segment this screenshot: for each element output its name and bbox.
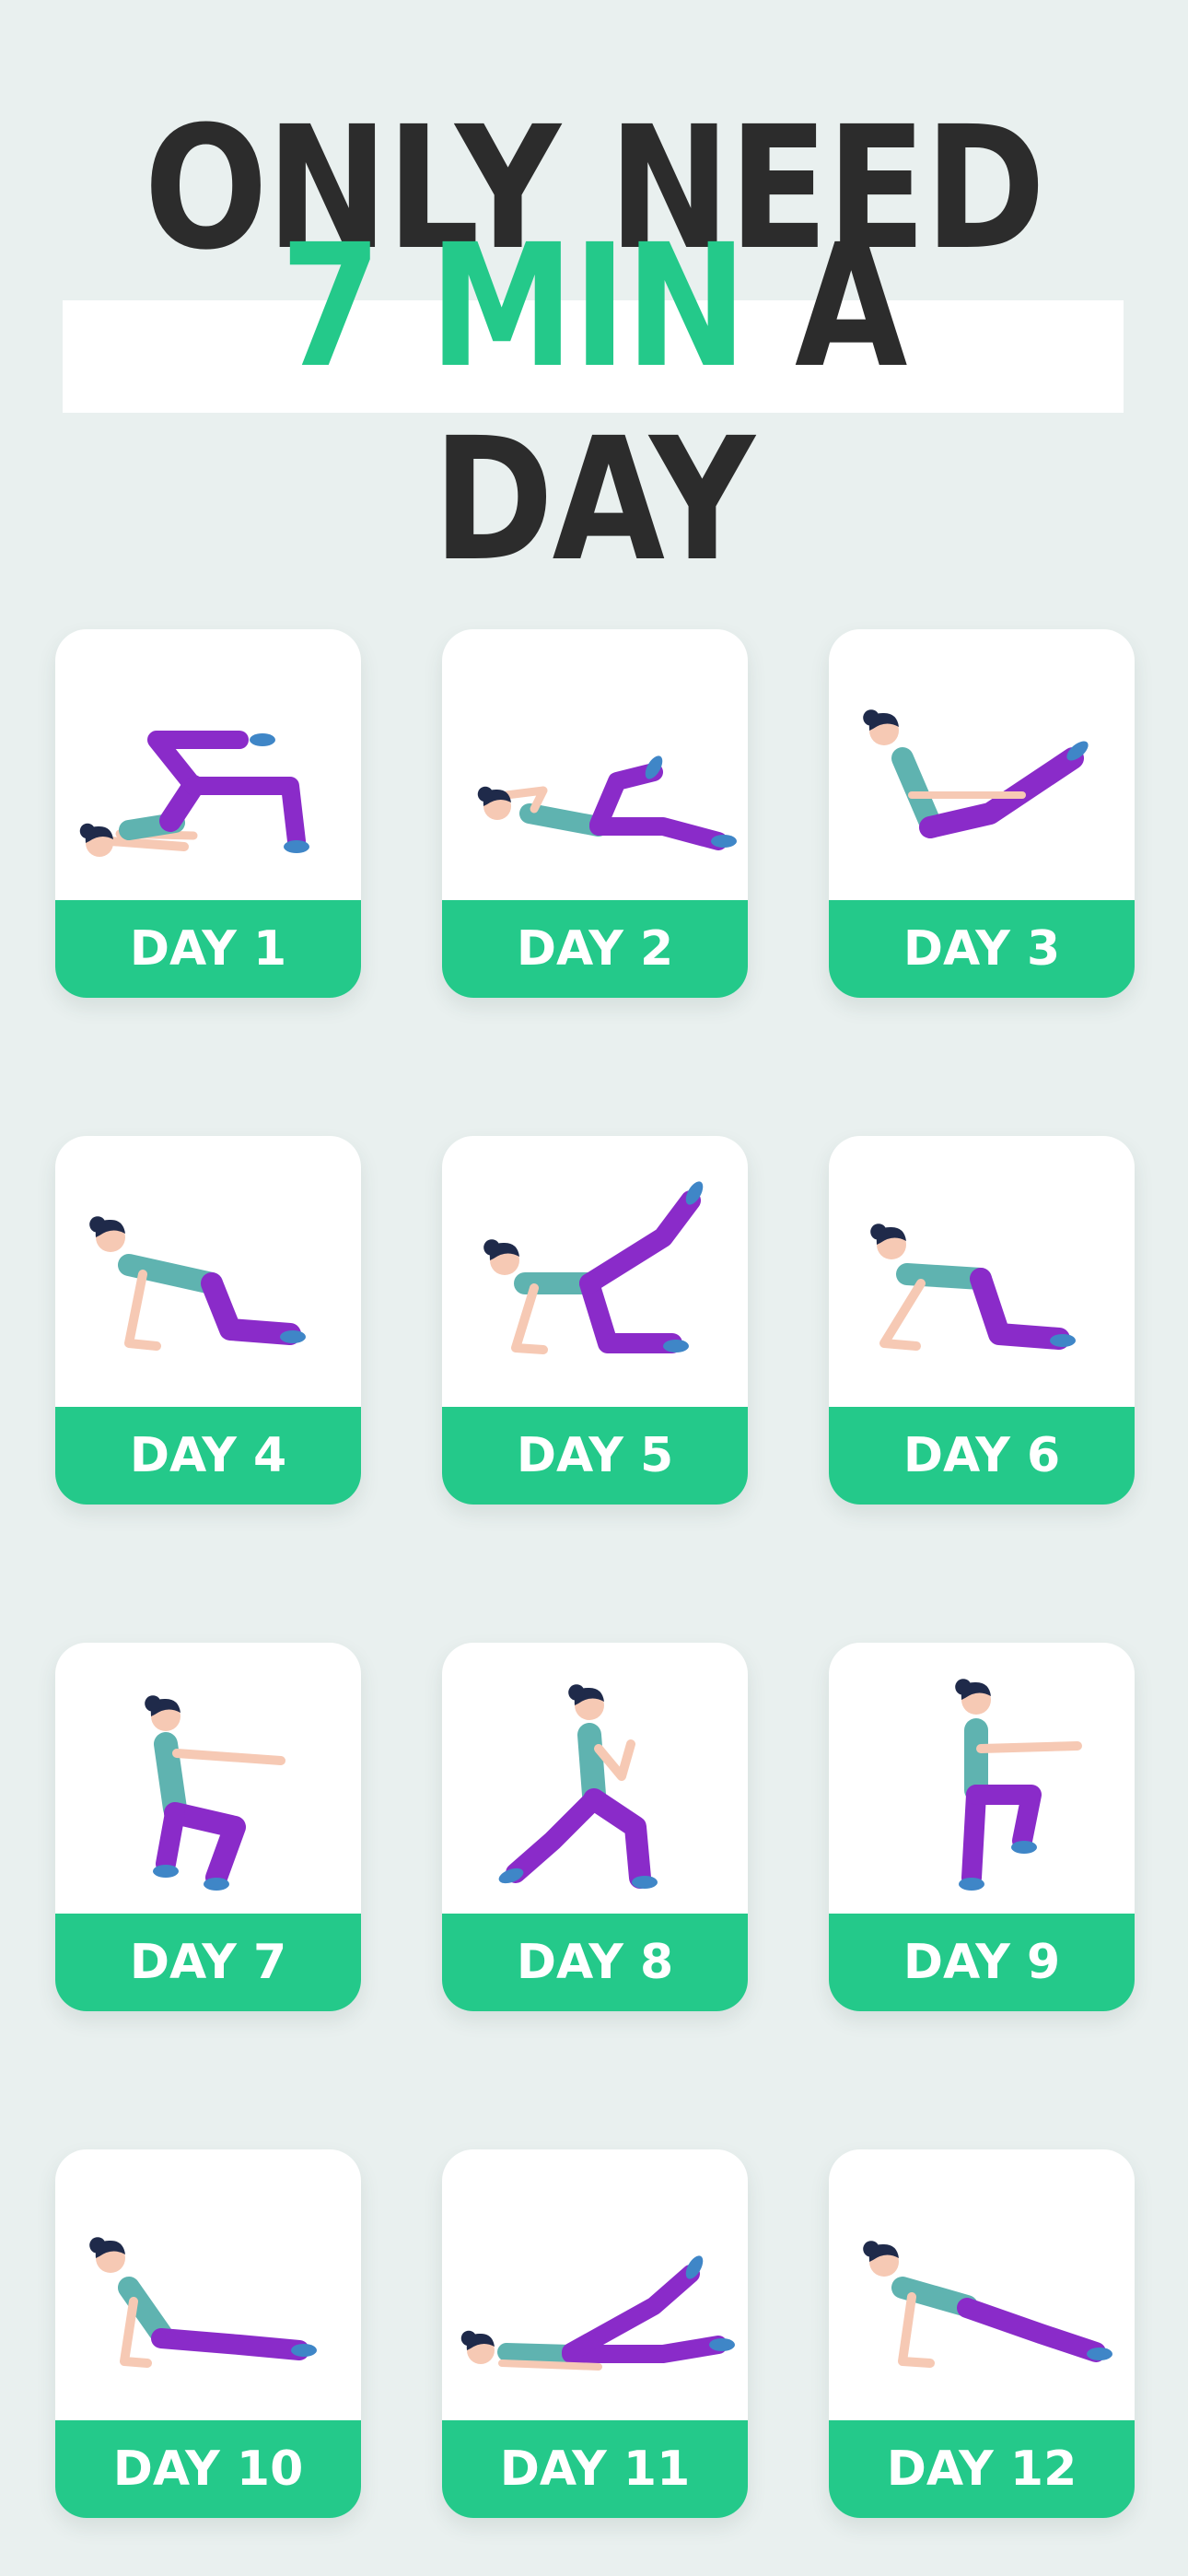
day-label: DAY 10 [55, 2420, 361, 2518]
day-card[interactable]: DAY 10 [55, 2149, 361, 2518]
day-label: DAY 9 [829, 1914, 1135, 2011]
day-card[interactable]: DAY 9 [829, 1643, 1135, 2011]
day-card[interactable]: DAY 8 [442, 1643, 748, 2011]
headline-line-2: 7 MIN A DAY [63, 208, 1124, 597]
day-card[interactable]: DAY 1 [55, 629, 361, 998]
cat-stretch-icon [829, 1136, 1135, 1407]
squat-icon [55, 1643, 361, 1914]
day-card[interactable]: DAY 6 [829, 1136, 1135, 1505]
crunch-leg-raise-icon [442, 629, 748, 900]
day-label: DAY 2 [442, 900, 748, 998]
day-label: DAY 6 [829, 1407, 1135, 1505]
plank-icon [829, 2149, 1135, 2420]
day-card[interactable]: DAY 4 [55, 1136, 361, 1505]
day-card[interactable]: DAY 2 [442, 629, 748, 998]
lunge-icon [442, 1643, 748, 1914]
day-label: DAY 11 [442, 2420, 748, 2518]
day-label: DAY 5 [442, 1407, 748, 1505]
lying-leg-raise-icon [442, 2149, 748, 2420]
day-card[interactable]: DAY 3 [829, 629, 1135, 998]
day-label: DAY 3 [829, 900, 1135, 998]
day-card[interactable]: DAY 12 [829, 2149, 1135, 2518]
cobra-stretch-icon [55, 2149, 361, 2420]
day-label: DAY 8 [442, 1914, 748, 2011]
day-label: DAY 7 [55, 1914, 361, 2011]
day-card[interactable]: DAY 7 [55, 1643, 361, 2011]
day-label: DAY 4 [55, 1407, 361, 1505]
v-sit-hold-icon [829, 629, 1135, 900]
day-card[interactable]: DAY 11 [442, 2149, 748, 2518]
day-label: DAY 12 [829, 2420, 1135, 2518]
donkey-kick-icon [442, 1136, 748, 1407]
glute-bridge-leg-raise-icon [55, 629, 361, 900]
all-fours-hold-icon [55, 1136, 361, 1407]
high-knee-icon [829, 1643, 1135, 1914]
day-label: DAY 1 [55, 900, 361, 998]
headline-accent: 7 MIN [280, 208, 747, 405]
day-card[interactable]: DAY 5 [442, 1136, 748, 1505]
